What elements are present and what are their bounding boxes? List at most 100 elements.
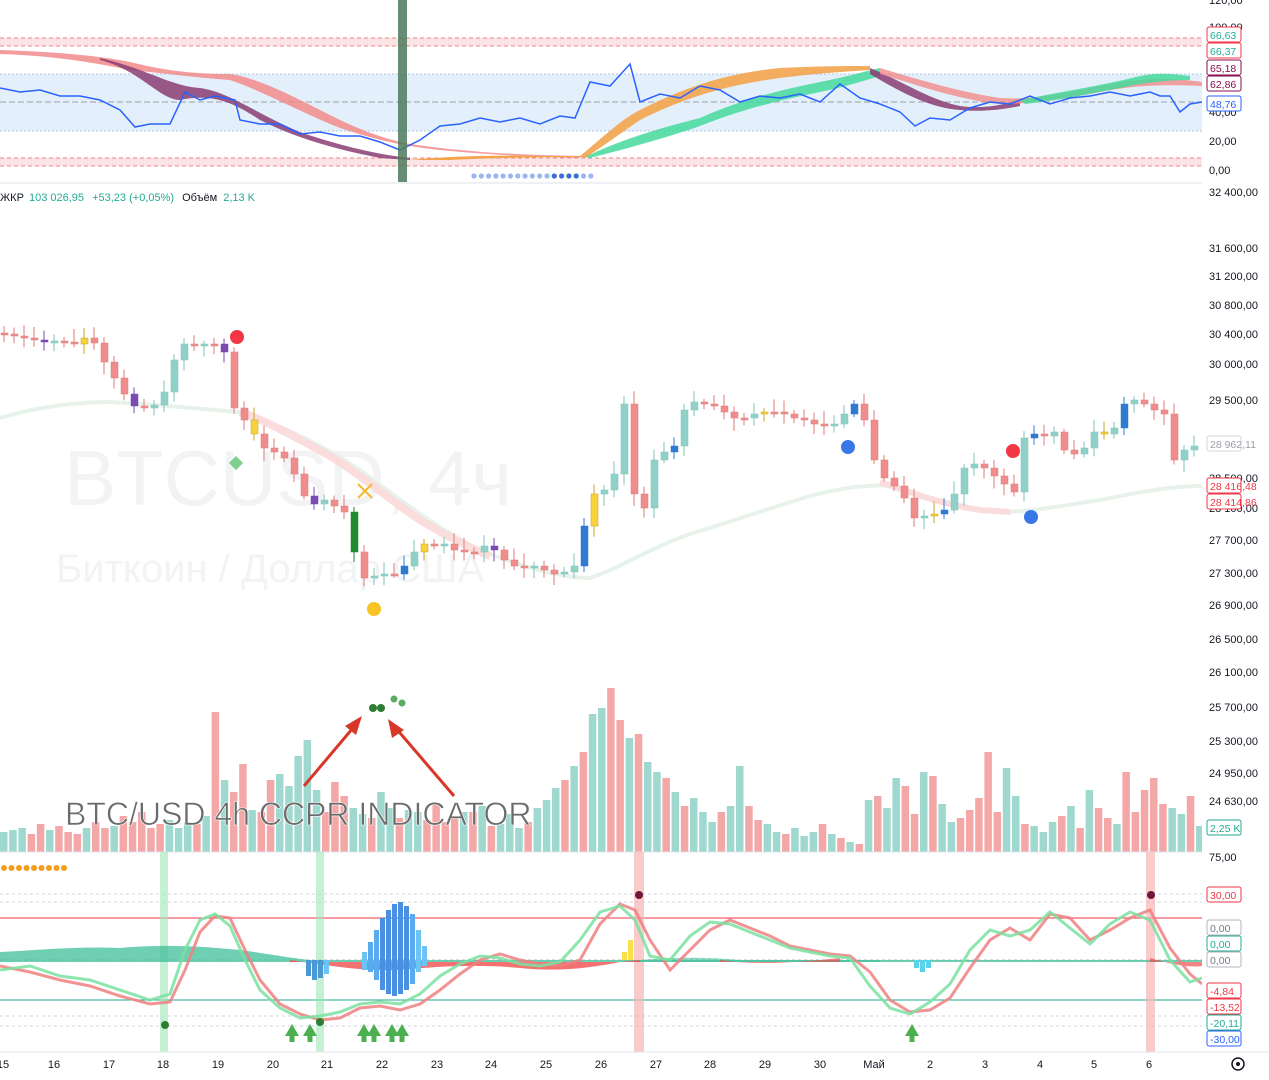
volume-bar <box>975 798 983 852</box>
candle <box>1110 421 1119 439</box>
buy-marker-dot <box>316 1018 324 1026</box>
status-dots-row <box>1 865 67 871</box>
candle <box>1190 435 1199 457</box>
volume-bar <box>883 808 891 852</box>
time-axis[interactable]: 15161718192021222324252627282930Май23456 <box>0 1059 1152 1071</box>
candle <box>80 328 89 354</box>
candle <box>980 459 989 479</box>
volume-bar <box>9 830 17 852</box>
signal-dot <box>500 173 506 179</box>
volume-bar <box>662 778 670 852</box>
volume-bar <box>1159 804 1167 852</box>
time-axis-label: 6 <box>1146 1059 1152 1071</box>
candle <box>990 459 999 489</box>
signal-dot <box>507 173 514 179</box>
time-axis-label: 19 <box>212 1059 224 1071</box>
volume-bar <box>993 812 1002 852</box>
time-axis-label: 26 <box>595 1059 607 1071</box>
histogram-bar <box>926 960 931 968</box>
volume-bar <box>1058 816 1066 852</box>
candle <box>770 399 779 418</box>
legend-volume-value: 2,13 K <box>223 192 255 204</box>
candle <box>1010 474 1019 497</box>
volume-bar <box>920 772 928 852</box>
histogram-bar <box>386 910 391 994</box>
status-dot <box>53 865 60 871</box>
candle <box>960 464 969 506</box>
svg-text:66,37: 66,37 <box>1210 46 1236 58</box>
status-dot <box>8 865 15 871</box>
bottom-signal-dot[interactable] <box>367 602 381 616</box>
volume-bar <box>55 826 63 852</box>
price-label: 30,00 <box>1206 886 1242 903</box>
axis-tick-label: 120,00 <box>1209 0 1243 7</box>
volume-bar <box>607 688 615 852</box>
candle <box>780 400 789 424</box>
svg-text:-13,52: -13,52 <box>1210 1002 1240 1014</box>
signal-dot <box>471 173 477 179</box>
sell-marker-dot <box>635 891 643 899</box>
volume-bar <box>579 752 588 852</box>
histogram-bar <box>368 942 373 972</box>
time-axis-label: 23 <box>431 1059 443 1071</box>
sell-highlight-column <box>1146 852 1155 1052</box>
volume-bar <box>745 806 753 852</box>
candle <box>1170 403 1179 465</box>
candle <box>210 337 219 355</box>
candle <box>860 393 869 427</box>
axis-tick-label: 26 500,00 <box>1209 634 1258 646</box>
candle <box>700 398 709 410</box>
time-axis-label: 30 <box>814 1059 826 1071</box>
candle <box>1040 424 1049 446</box>
legend-prefix: ЖКР <box>0 192 24 204</box>
buy-signal-dot[interactable] <box>841 440 855 454</box>
histogram-bar <box>920 960 925 972</box>
signal-dot <box>493 173 499 179</box>
axis-tick-label: 24 630,00 <box>1209 796 1258 808</box>
signal-dot <box>588 173 594 179</box>
volume-bar <box>809 832 818 852</box>
candle <box>1050 426 1059 444</box>
price-label: 28 414,86 <box>1206 493 1257 510</box>
axis-tick-label: 27 700,00 <box>1209 535 1258 547</box>
chart-canvas[interactable]: BTCUSD, 4ч Биткоин / Доллар США ЖКР 103 … <box>0 0 1269 1080</box>
svg-text:30,00: 30,00 <box>1210 890 1236 902</box>
volume-bar <box>1131 812 1140 852</box>
price-label: -30,00 <box>1206 1030 1242 1047</box>
sell-marker-dot <box>1147 891 1155 899</box>
price-label: 0,00 <box>1206 919 1242 936</box>
volume-bar <box>874 796 882 852</box>
price-label: 66,37 <box>1206 42 1242 59</box>
histogram-bar <box>914 960 919 968</box>
axis-tick-label: 31 600,00 <box>1209 243 1258 255</box>
histogram-bar <box>416 930 421 972</box>
volume-bar <box>1122 772 1130 852</box>
candle <box>570 553 579 579</box>
buy-signal-dot[interactable] <box>1024 510 1038 524</box>
candle <box>690 391 699 417</box>
moving-average-down-2 <box>879 479 1011 515</box>
svg-text:0,00: 0,00 <box>1210 955 1231 967</box>
volume-bar <box>1085 790 1094 852</box>
volume-bar <box>938 804 946 852</box>
candle <box>720 394 729 420</box>
candle <box>240 401 249 430</box>
histogram-bar <box>380 918 385 990</box>
sell-signal-dot[interactable] <box>230 330 244 344</box>
axis-tick-label: 27 300,00 <box>1209 568 1258 580</box>
legend-volume-label: Объём <box>182 192 217 204</box>
gear-icon[interactable] <box>1231 1057 1245 1071</box>
symbol-watermark: BTCUSD, 4ч <box>64 434 512 522</box>
candle <box>230 347 239 414</box>
volume-bar <box>929 776 937 852</box>
price-label: 28 962,11 <box>1206 435 1256 452</box>
volume-bar <box>782 834 790 852</box>
histogram-bar <box>404 906 409 990</box>
candle <box>180 338 189 371</box>
volume-bar <box>901 786 910 852</box>
sell-signal-dot[interactable] <box>1006 444 1020 458</box>
price-label: 2,25 K <box>1206 819 1242 836</box>
volume-bar <box>736 766 744 852</box>
candle <box>1150 396 1159 420</box>
volume-bar <box>1002 768 1011 852</box>
